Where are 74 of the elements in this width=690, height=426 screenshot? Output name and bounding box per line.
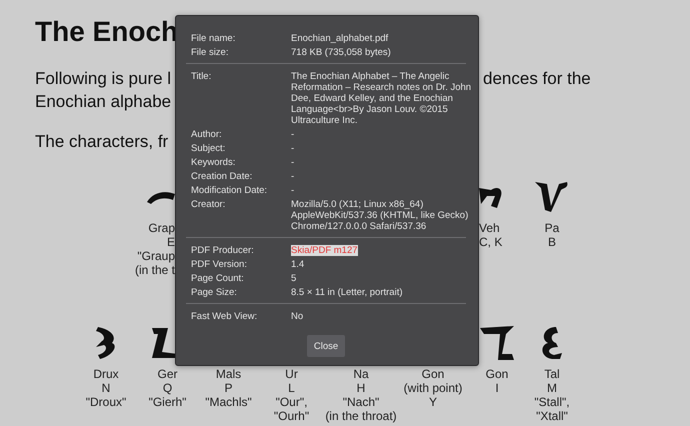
close-button[interactable]: Close	[307, 335, 345, 357]
property-value: 5	[291, 272, 296, 284]
letter-caption: B	[548, 235, 556, 249]
property-value: 1.4	[291, 258, 304, 270]
property-label: Creator:	[191, 198, 226, 211]
property-value: Enochian_alphabet.pdf	[291, 32, 388, 44]
letter-caption: Veh	[479, 221, 500, 235]
property-label: Title:	[191, 70, 212, 83]
letter-caption: Mals	[216, 367, 242, 381]
property-value: 718 KB (735,058 bytes)	[291, 46, 391, 58]
letter-caption: Y	[428, 395, 437, 409]
letter-caption: "Graup	[137, 249, 175, 263]
letter-caption: Gon	[422, 367, 444, 381]
letter-caption: P	[224, 381, 232, 395]
paragraph-text: dences for the	[483, 68, 591, 90]
property-label: Keywords:	[191, 156, 236, 169]
symbol-icon	[479, 186, 502, 208]
letter-caption: Drux	[93, 367, 119, 381]
property-label: Page Count:	[191, 272, 244, 285]
property-label: File size:	[191, 46, 228, 59]
letter-caption: H	[356, 381, 366, 395]
property-label: PDF Producer:	[191, 244, 254, 257]
property-label: PDF Version:	[191, 258, 247, 271]
property-label: Fast Web View:	[191, 310, 258, 323]
property-label: Subject:	[191, 142, 226, 155]
letter-caption: Ur	[285, 367, 298, 381]
property-value: -	[291, 142, 294, 154]
letter-caption: N	[102, 381, 110, 395]
letter-caption: "Machls"	[205, 395, 252, 409]
property-value: 8.5 × 11 in (Letter, portrait)	[291, 286, 403, 298]
letter-caption: C, K	[479, 235, 502, 249]
letter-caption: (with point)	[404, 381, 462, 395]
property-value: No	[291, 310, 304, 322]
letter-caption: Tal	[544, 367, 560, 381]
symbol-icon	[542, 327, 562, 359]
property-label: Modification Date:	[191, 184, 268, 197]
paragraph-text: Enochian alphabe	[35, 91, 172, 113]
letter-caption: Na	[353, 367, 369, 381]
property-value: -	[291, 184, 294, 196]
letter-caption: (in the throat)	[325, 409, 397, 423]
letter-caption: "Nach"	[342, 395, 380, 409]
letter-caption: M	[547, 381, 557, 395]
letter-caption: Pa	[544, 221, 560, 235]
paragraph-text: Following is pure l	[35, 68, 172, 90]
property-value: -	[291, 156, 294, 168]
symbol-icon	[535, 182, 569, 212]
symbol-icon	[480, 326, 514, 360]
property-value: -	[291, 170, 294, 182]
property-label: Creation Date:	[191, 170, 252, 183]
property-value: -	[291, 128, 294, 140]
letter-caption: Q	[162, 381, 172, 395]
letter-caption: Grap	[148, 221, 175, 235]
letter-caption: "Xtall"	[536, 409, 568, 423]
page-heading: The Enoch	[35, 16, 178, 48]
letter-caption: E	[166, 235, 175, 249]
letter-caption: "Gierh"	[148, 395, 186, 409]
property-value: The Enochian Alphabet – The Angelic Reformation – Research notes on Dr. John Dee, Edward Kelley, and the Enochian Language<br>By Jason Louv. ©2015 Ultraculture Inc.	[291, 70, 472, 126]
letter-caption: Ger	[157, 367, 178, 381]
property-label: Page Size:	[191, 286, 237, 299]
letter-caption: "Stall",	[534, 395, 570, 409]
property-label: Author:	[191, 128, 222, 141]
letter-caption: "Our",	[276, 395, 308, 409]
symbol-icon	[147, 190, 175, 204]
letter-caption: "Ourh"	[274, 409, 310, 423]
letter-caption: "Droux"	[86, 395, 126, 409]
letter-caption: Gon	[486, 367, 508, 381]
property-value: Mozilla/5.0 (X11; Linux x86_64) AppleWebKit/537.36 (KHTML, like Gecko) Chrome/127.0.0.0 Safari/537.36	[291, 198, 470, 232]
letter-caption: I	[495, 381, 499, 395]
property-label: File name:	[191, 32, 236, 45]
letter-caption: L	[288, 381, 295, 395]
symbol-icon	[96, 327, 116, 359]
letter-caption: (in the t	[134, 263, 175, 277]
property-value: Skia/PDF m127	[291, 244, 358, 256]
paragraph-text: The characters, fr	[35, 131, 168, 153]
